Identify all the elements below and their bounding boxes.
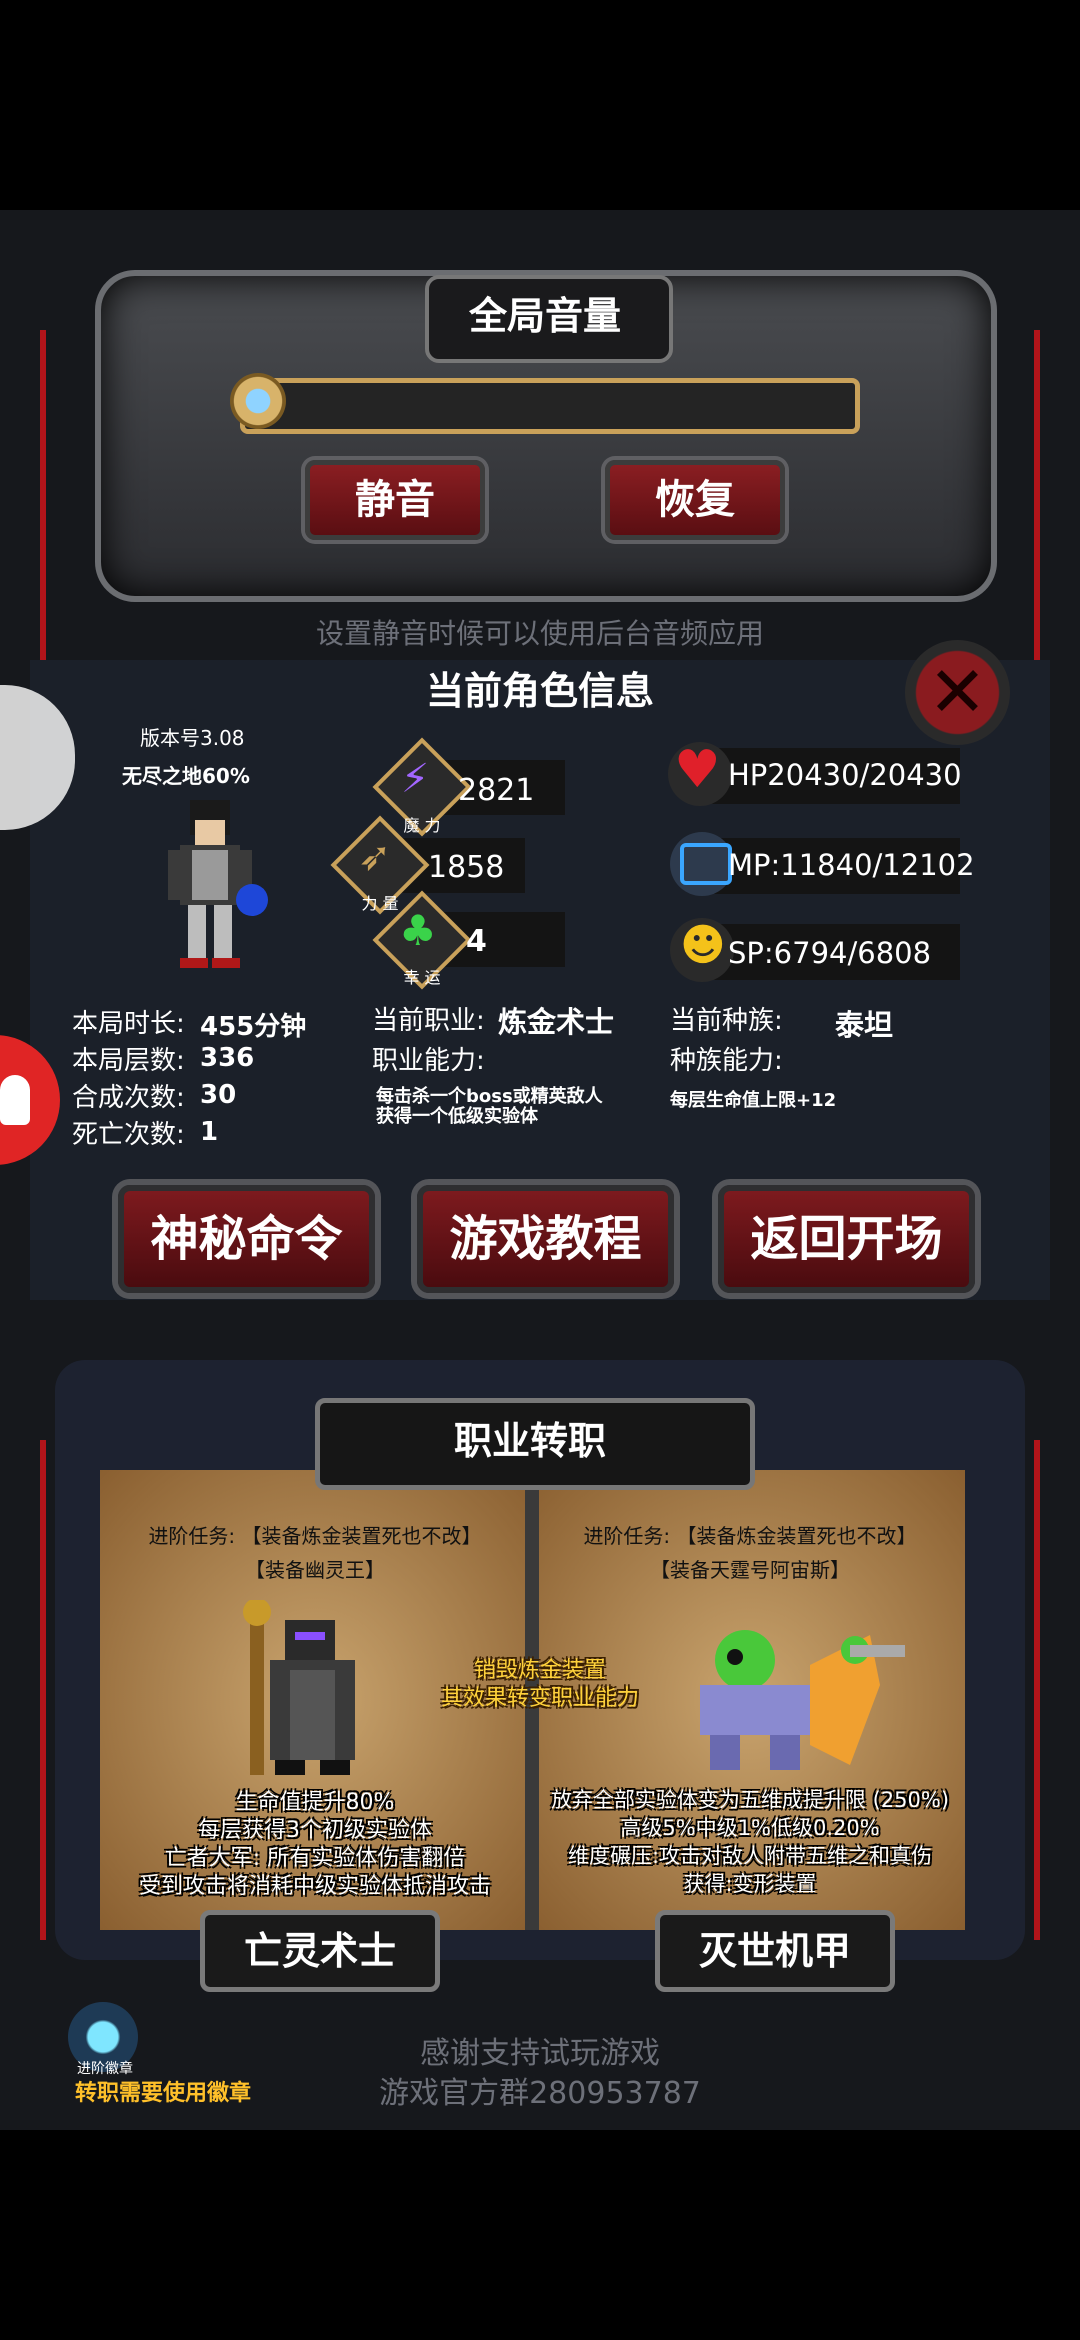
frame-red-line-right-2 xyxy=(1034,1440,1040,1940)
group-text: 游戏官方群280953787 xyxy=(379,2076,701,2111)
session-floors-label: 本局层数: xyxy=(72,1046,185,1076)
right-desc-4: 获得:变形装置 xyxy=(683,1872,817,1896)
user-icon xyxy=(0,1075,30,1125)
job-value: 炼金术士 xyxy=(498,1005,615,1039)
session-death-value: 1 xyxy=(200,1117,219,1147)
sp-value: SP:6794/6808 xyxy=(728,936,932,970)
race-ability-desc: 每层生命值上限+12 xyxy=(670,1090,837,1111)
job-change-title: 职业转职 xyxy=(453,1419,606,1463)
volume-title: 全局音量 xyxy=(468,294,621,338)
luck-value: 4 xyxy=(466,924,487,959)
necromancer-sprite xyxy=(243,1600,355,1775)
mode-label: 无尽之地60% xyxy=(122,764,250,788)
left-task-2: 【装备幽灵王】 xyxy=(245,1558,385,1582)
magic-icon: ⚡ xyxy=(401,756,430,802)
restore-button[interactable]: 恢复 xyxy=(605,460,785,540)
session-time-value: 455分钟 xyxy=(200,1012,307,1042)
mech-sprite xyxy=(700,1630,905,1770)
close-icon: ✕ xyxy=(928,651,987,733)
mute-button[interactable]: 静音 xyxy=(305,460,485,540)
right-desc-1: 放弃全部实验体变为五维成提升限 (250%) xyxy=(550,1788,950,1812)
doom-mech-job-button[interactable]: 灭世机甲 xyxy=(655,1910,895,1992)
magic-value: 2821 xyxy=(458,773,535,808)
session-merge-label: 合成次数: xyxy=(72,1083,185,1113)
session-time-label: 本局时长: xyxy=(72,1009,185,1039)
right-desc-3: 维度碾压:攻击对敌人附带五维之和真伤 xyxy=(567,1844,933,1868)
volume-slider-knob[interactable] xyxy=(230,373,286,429)
power-value: 1858 xyxy=(428,850,505,885)
job-ability-label: 职业能力: xyxy=(372,1046,485,1076)
luck-label: 幸 运 xyxy=(403,968,441,987)
hp-value: HP20430/20430 xyxy=(728,758,962,792)
right-task-2: 【装备天霆号阿宙斯】 xyxy=(650,1558,850,1582)
volume-slider-track[interactable] xyxy=(240,378,860,434)
hero-sprite xyxy=(168,800,268,968)
session-floors-value: 336 xyxy=(200,1043,255,1073)
clover-icon: ♣ xyxy=(399,906,437,955)
mystery-command-button[interactable]: 神秘命令 xyxy=(118,1185,375,1293)
frame-red-line-left-2 xyxy=(40,1440,46,1940)
back-to-start-button[interactable]: 返回开场 xyxy=(718,1185,975,1293)
thanks-text: 感谢支持试玩游戏 xyxy=(420,2036,660,2071)
left-desc-4: 受到攻击将消耗中级实验体抵消攻击 xyxy=(138,1874,491,1899)
job-ability-desc-2: 获得一个低级实验体 xyxy=(376,1106,538,1127)
race-label: 当前种族: xyxy=(670,1006,783,1036)
right-desc-2: 高级5%中级1%低级0.20% xyxy=(620,1816,880,1840)
version-label: 版本号3.08 xyxy=(140,726,245,750)
necromancer-job-button[interactable]: 亡灵术士 xyxy=(200,1910,440,1992)
session-merge-value: 30 xyxy=(200,1080,237,1110)
heart-icon: ♥ xyxy=(674,740,721,800)
center-note-2: 其效果转变职业能力 xyxy=(440,1686,639,1711)
right-task-1: 进阶任务: 【装备炼金装置死也不改】 xyxy=(583,1524,917,1548)
mp-icon xyxy=(680,843,732,885)
bow-icon: ➶ xyxy=(358,834,392,880)
job-label: 当前职业: xyxy=(372,1006,485,1036)
strength-icon: ☻ xyxy=(680,920,726,971)
tutorial-button[interactable]: 游戏教程 xyxy=(417,1185,674,1293)
mp-value: MP:11840/12102 xyxy=(728,848,975,882)
race-ability-label: 种族能力: xyxy=(670,1046,783,1076)
left-task-1: 进阶任务: 【装备炼金装置死也不改】 xyxy=(148,1524,482,1548)
session-death-label: 死亡次数: xyxy=(72,1120,185,1150)
race-value: 泰坦 xyxy=(835,1008,894,1042)
magic-label: 魔 力 xyxy=(403,816,441,835)
